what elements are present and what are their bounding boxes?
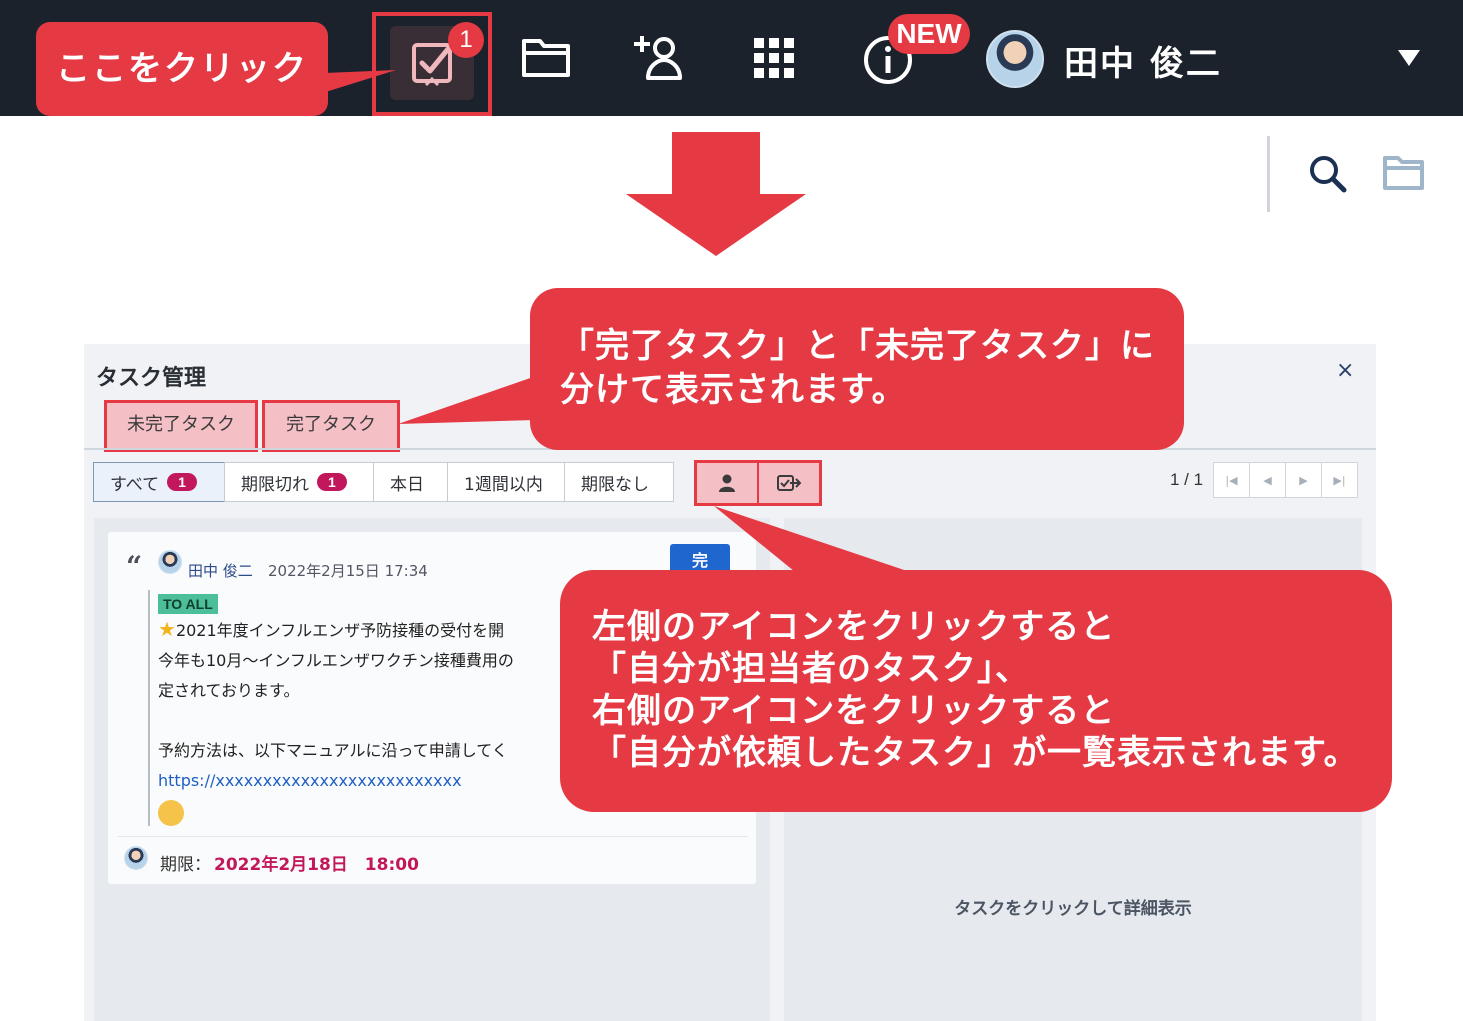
search-icon[interactable]	[1306, 152, 1350, 200]
icons-callout: 左側のアイコンをクリックすると 「自分が担当者のタスク」、 右側のアイコンをクリ…	[560, 570, 1392, 812]
to-all-tag: TO ALL	[158, 594, 218, 614]
screen: 1 NEW 田中 俊二 ここをクリック タスク管理 × 未完了タスク 完了タスク…	[0, 0, 1463, 1021]
add-contact-icon[interactable]	[632, 30, 688, 86]
task-count-badge: 1	[448, 22, 484, 58]
new-badge: NEW	[888, 14, 970, 54]
filter-all-button[interactable]: すべて 1	[93, 462, 225, 502]
prev-page-button[interactable]: ◀	[1249, 462, 1286, 498]
chevron-down-icon[interactable]	[1398, 50, 1420, 66]
tab-completed-tasks[interactable]: 完了タスク	[262, 400, 400, 452]
callout-line: 左側のアイコンをクリックすると	[592, 607, 1116, 647]
filter-bar: すべて 1 期限切れ 1 本日 1週間以内 期限なし	[93, 462, 674, 502]
quote-icon: “	[126, 550, 143, 583]
task-send-icon	[777, 475, 802, 491]
folder-icon[interactable]	[1382, 152, 1426, 196]
filter-label: 期限切れ	[241, 474, 309, 495]
filter-no-deadline-button[interactable]: 期限なし	[564, 462, 674, 502]
avatar	[158, 550, 182, 574]
requested-by-me-button[interactable]	[759, 463, 819, 503]
close-icon[interactable]: ×	[1336, 358, 1354, 383]
filter-label: 本日	[390, 474, 424, 495]
task-text: 2021年度インフルエンザ予防接種の受付を開	[175, 621, 505, 640]
divider	[1267, 136, 1270, 212]
person-icon	[719, 474, 735, 492]
emoji-icon	[158, 800, 184, 826]
first-page-button[interactable]: |◀	[1213, 462, 1250, 498]
task-timestamp: 2022年2月15日 17:34	[268, 562, 428, 580]
folder-icon[interactable]	[518, 30, 574, 86]
apps-grid-icon[interactable]	[746, 30, 802, 86]
callout-line: 分けて表示されます。	[560, 370, 907, 410]
last-page-button[interactable]: ▶|	[1321, 462, 1358, 498]
page-indicator: 1 / 1	[1170, 470, 1204, 489]
down-arrow-icon	[626, 132, 806, 256]
filter-label: すべて	[110, 474, 160, 495]
callout-line: 右側のアイコンをクリックすると	[592, 691, 1116, 731]
count-badge: 1	[317, 473, 347, 491]
pager: |◀ ◀ ▶ ▶|	[1213, 462, 1358, 498]
avatar	[124, 846, 148, 870]
callout-line: 「完了タスク」と「未完了タスク」に	[560, 326, 1155, 366]
filter-label: 1週間以内	[464, 474, 543, 495]
task-author[interactable]: 田中 俊二	[188, 560, 253, 581]
tab-incomplete-tasks[interactable]: 未完了タスク	[104, 400, 258, 452]
filter-overdue-button[interactable]: 期限切れ 1	[224, 462, 374, 502]
callout-line: 「自分が依頼したタスク」が一覧表示されます。	[592, 733, 1359, 773]
filter-week-button[interactable]: 1週間以内	[447, 462, 565, 502]
user-name[interactable]: 田中 俊二	[1064, 36, 1222, 85]
callout-line: 「自分が担当者のタスク」、	[592, 649, 1030, 689]
deadline-value: 2022年2月18日 18:00	[214, 855, 419, 875]
filter-today-button[interactable]: 本日	[373, 462, 448, 502]
assigned-to-me-button[interactable]	[697, 463, 759, 503]
count-badge: 1	[167, 473, 197, 491]
star-icon: ★	[158, 617, 176, 641]
tabs-callout: 「完了タスク」と「未完了タスク」に 分けて表示されます。	[530, 288, 1184, 450]
panel-title: タスク管理	[96, 366, 207, 391]
divider	[118, 836, 748, 837]
avatar[interactable]	[986, 30, 1044, 88]
deadline-label: 期限：	[160, 855, 211, 875]
callout-pointer	[398, 376, 536, 424]
next-page-button[interactable]: ▶	[1285, 462, 1322, 498]
filter-label: 期限なし	[581, 474, 649, 495]
detail-hint: タスクをクリックして詳細表示	[954, 899, 1192, 919]
click-here-callout: ここをクリック	[36, 22, 328, 116]
